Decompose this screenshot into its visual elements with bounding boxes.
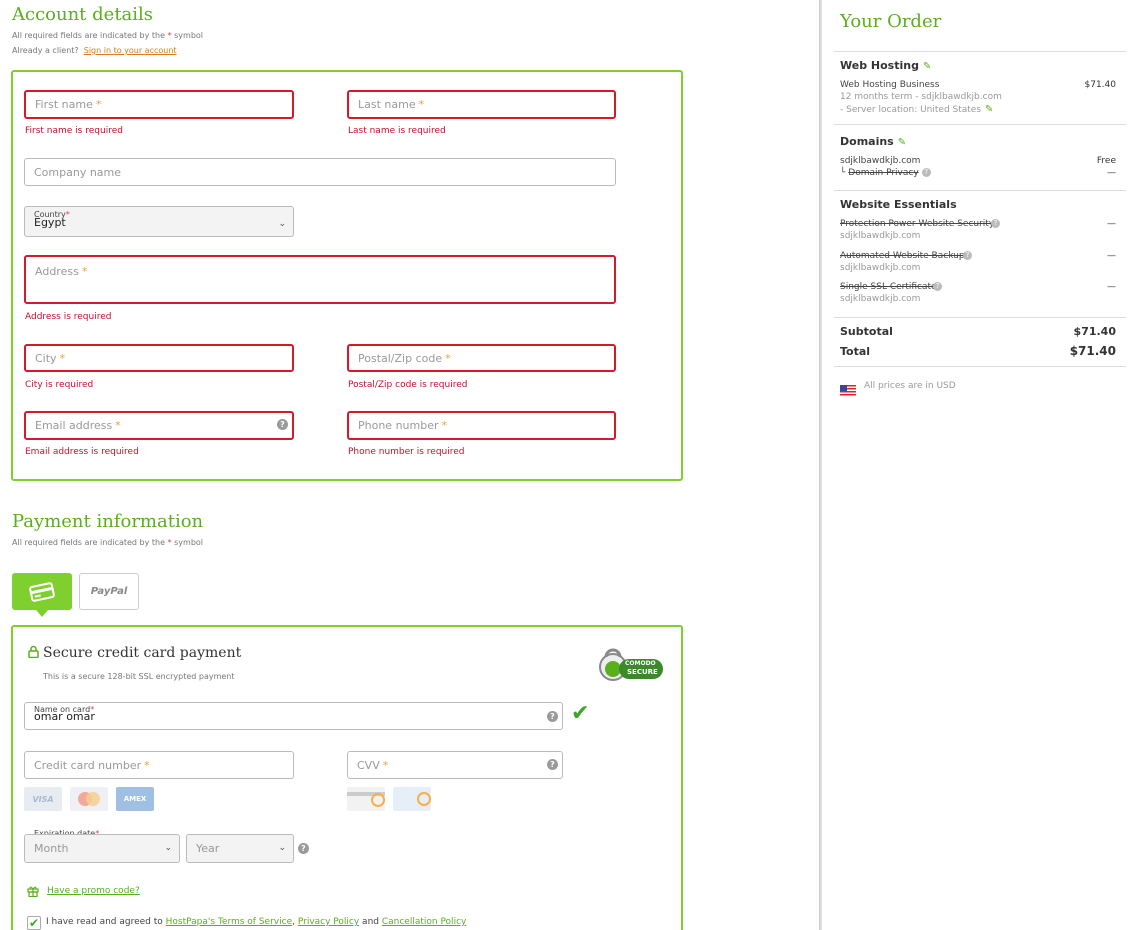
essential-item-name: Protection Power Website Security (840, 219, 995, 229)
expiration-month-select[interactable]: Month ⌄ (24, 834, 180, 863)
essential-item-domain: sdjklbawdkjb.com (840, 231, 921, 241)
name-on-card-input[interactable]: Name on card* omar omar ? (24, 702, 563, 730)
expiration-year-select[interactable]: Year ⌄ (186, 834, 294, 863)
cvv-front-card-icon (393, 787, 431, 811)
hosting-plan: Web Hosting Business (840, 80, 940, 90)
terms-checkbox[interactable]: ✔ (27, 916, 41, 930)
order-summary: Your Order Web Hosting ✎ Web Hosting Busi… (822, 0, 1132, 930)
essential-item-domain: sdjklbawdkjb.com (840, 294, 921, 304)
card-number-input[interactable]: Credit card number * (24, 751, 294, 779)
address-error: Address is required (25, 312, 112, 322)
company-name-input[interactable]: Company name (24, 158, 616, 186)
hosting-server-location: - Server location: United States ✎ (840, 104, 994, 115)
cancellation-policy-link[interactable]: Cancellation Policy (382, 917, 467, 927)
hosting-price: $71.40 (1084, 80, 1117, 90)
website-essentials-title: Website Essentials (840, 198, 957, 211)
help-icon[interactable]: ? (547, 759, 558, 770)
first-name-input[interactable]: First name * (24, 90, 294, 119)
total-label: Total (840, 345, 871, 358)
lock-icon (28, 645, 39, 658)
help-icon[interactable]: ? (933, 282, 942, 291)
essential-item-name: Single SSL Certificate (840, 282, 937, 292)
visa-logo-icon: VISA (24, 787, 62, 811)
country-select[interactable]: Country* Egypt ⌄ (24, 206, 294, 237)
chevron-down-icon: ⌄ (278, 843, 286, 853)
account-details-title: Account details (12, 4, 154, 25)
essential-item-price: — (1107, 219, 1116, 229)
phone-input[interactable]: Phone number * (347, 411, 616, 440)
last-name-input[interactable]: Last name * (347, 90, 616, 119)
city-input[interactable]: City * (24, 344, 294, 372)
domain-name: sdjklbawdkjb.com (840, 156, 921, 166)
gift-icon (27, 886, 39, 897)
domain-price: Free (1096, 156, 1116, 166)
tab-paypal[interactable]: PayPal (79, 573, 139, 610)
cvv-input[interactable]: CVV * ? (347, 751, 563, 779)
comodo-secure-badge: COMODO SECURE (597, 645, 665, 685)
postal-code-error: Postal/Zip code is required (348, 380, 468, 390)
city-error: City is required (25, 380, 94, 390)
cvv-back-card-icon (347, 787, 385, 811)
edit-pencil-icon[interactable]: ✎ (985, 104, 993, 115)
subtotal-label: Subtotal (840, 325, 893, 338)
signin-link[interactable]: Sign in to your account (84, 46, 177, 55)
order-title: Your Order (840, 11, 942, 32)
domains-title: Domains ✎ (840, 135, 907, 148)
essential-item-name: Automated Website Backup (840, 251, 965, 261)
help-icon[interactable]: ? (963, 251, 972, 260)
terms-text: I have read and agreed to HostPapa's Ter… (46, 917, 467, 927)
payment-info-title: Payment information (12, 511, 204, 532)
privacy-policy-link[interactable]: Privacy Policy (298, 917, 359, 927)
first-name-error: First name is required (25, 126, 123, 136)
checkout-form: Account details All required fields are … (0, 0, 700, 930)
payment-required-note: All required fields are indicated by the… (12, 538, 204, 547)
domain-privacy-price: — (1107, 168, 1116, 178)
promo-code-link[interactable]: Have a promo code? (47, 886, 140, 896)
total-value: $71.40 (1069, 344, 1116, 358)
email-error: Email address is required (25, 447, 139, 457)
tab-credit-card[interactable] (12, 573, 72, 617)
terms-of-service-link[interactable]: HostPapa's Terms of Service (166, 917, 292, 927)
currency-note: All prices are in USD (864, 381, 956, 391)
subtotal-value: $71.40 (1073, 325, 1116, 338)
domain-privacy: └ Domain Privacy? (840, 168, 931, 178)
email-input[interactable]: Email address * ? (24, 411, 294, 440)
chevron-down-icon: ⌄ (164, 843, 172, 853)
mastercard-logo-icon (70, 787, 108, 811)
secure-payment-subtitle: This is a secure 128-bit SSL encrypted p… (43, 672, 235, 681)
account-required-note: All required fields are indicated by the… (12, 31, 204, 40)
postal-code-input[interactable]: Postal/Zip code * (347, 344, 616, 372)
essential-item-price: — (1107, 282, 1116, 292)
help-icon[interactable]: ? (277, 419, 288, 430)
address-textarea[interactable]: Address * (24, 255, 616, 304)
edit-pencil-icon[interactable]: ✎ (923, 61, 931, 72)
secure-payment-title: Secure credit card payment (43, 645, 242, 661)
help-icon[interactable]: ? (991, 219, 1000, 228)
last-name-error: Last name is required (348, 126, 446, 136)
help-icon[interactable]: ? (298, 843, 309, 854)
credit-card-icon (29, 581, 55, 602)
chevron-down-icon: ⌄ (278, 219, 286, 229)
help-icon[interactable]: ? (921, 168, 931, 177)
phone-error: Phone number is required (348, 447, 465, 457)
help-icon[interactable]: ? (547, 711, 558, 722)
us-flag-icon (840, 381, 856, 396)
web-hosting-title: Web Hosting ✎ (840, 59, 932, 72)
amex-logo-icon: AMEX (116, 787, 154, 811)
hosting-term: 12 months term - sdjklbawdkjb.com (840, 92, 1002, 102)
already-client-note: Already a client? Sign in to your accoun… (12, 46, 177, 55)
edit-pencil-icon[interactable]: ✎ (898, 137, 906, 148)
essential-item-domain: sdjklbawdkjb.com (840, 263, 921, 273)
valid-check-icon: ✔ (571, 701, 590, 726)
essential-item-price: — (1107, 251, 1116, 261)
